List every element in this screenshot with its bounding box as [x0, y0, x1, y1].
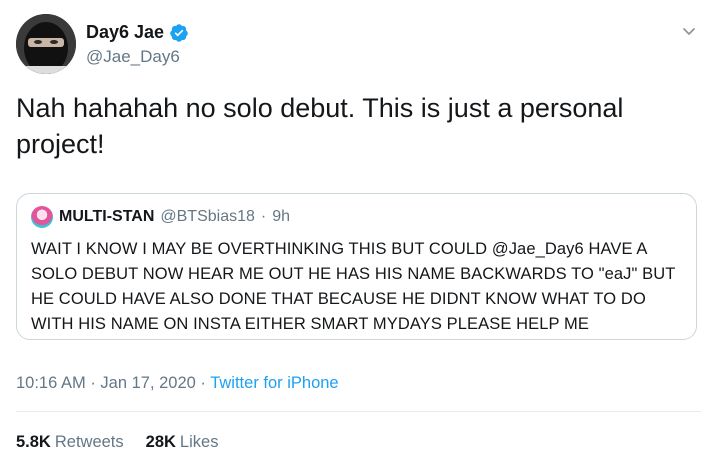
display-name[interactable]: Day6 Jae: [86, 22, 164, 43]
author-block: Day6 Jae @Jae_Day6: [86, 22, 189, 67]
author-handle[interactable]: @Jae_Day6: [86, 47, 189, 67]
tweet-card: Day6 Jae @Jae_Day6 Nah hahahah no solo d…: [0, 0, 720, 468]
tweet-source-link[interactable]: Twitter for iPhone: [210, 374, 338, 392]
chevron-down-icon[interactable]: [680, 22, 698, 40]
likes-label: Likes: [179, 433, 219, 451]
likes-count: 28K: [145, 433, 176, 451]
tweet-meta: 10:16 AM · Jan 17, 2020 · Twitter for iP…: [16, 374, 339, 393]
retweets-label: Retweets: [54, 433, 124, 451]
divider: [16, 411, 701, 412]
retweets-stat[interactable]: 5.8K Retweets: [16, 433, 124, 452]
retweets-count: 5.8K: [16, 433, 51, 451]
quote-author-handle: @BTSbias18: [160, 208, 255, 225]
quote-age: 9h: [272, 208, 291, 225]
engagement-stats: 5.8K Retweets 28K Likes: [16, 433, 218, 452]
quote-text: WAIT I KNOW I MAY BE OVERTHINKING THIS B…: [31, 240, 676, 333]
quoted-tweet[interactable]: MULTI-STAN @BTSbias18 · 9h WAIT I KNOW I…: [16, 193, 697, 340]
tweet-time[interactable]: 10:16 AM: [16, 374, 86, 392]
tweet-text: Nah hahahah no solo debut. This is just …: [16, 93, 624, 159]
avatar-image: [16, 14, 76, 74]
quote-separator: ·: [260, 208, 267, 225]
meta-separator-2: ·: [200, 374, 206, 392]
verified-badge-icon: [169, 23, 189, 43]
quote-avatar: [31, 206, 53, 228]
tweet-date[interactable]: Jan 17, 2020: [100, 374, 195, 392]
meta-separator: ·: [90, 374, 96, 392]
quote-header: MULTI-STAN @BTSbias18 · 9h: [31, 206, 682, 228]
avatar[interactable]: [16, 14, 76, 74]
likes-stat[interactable]: 28K Likes: [146, 433, 219, 452]
quote-author-name: MULTI-STAN: [59, 208, 155, 225]
